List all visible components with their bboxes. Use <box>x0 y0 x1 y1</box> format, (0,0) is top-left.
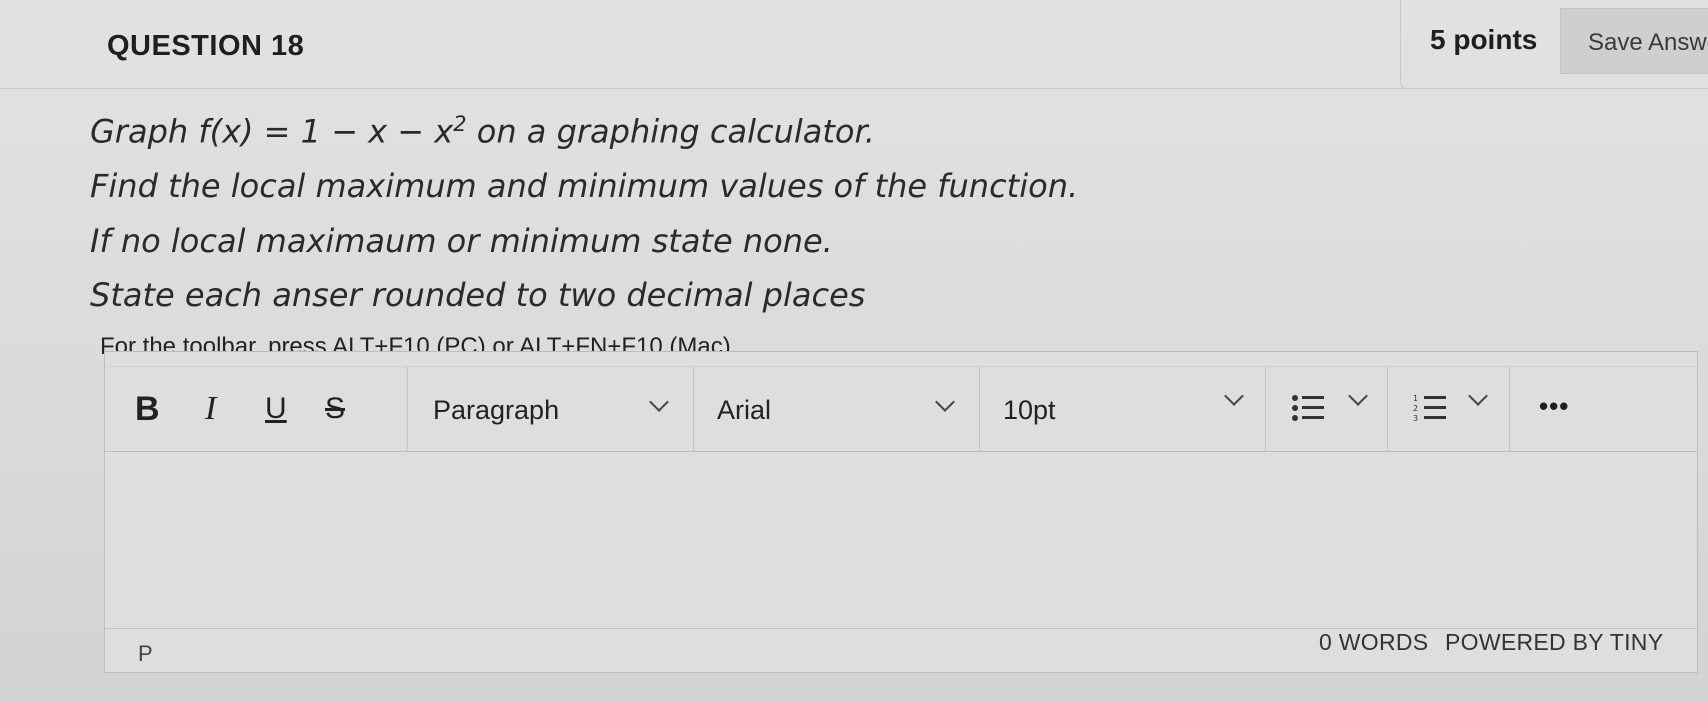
question-text-line-1-prefix: Graph f(x) = 1 − x − x <box>90 112 454 151</box>
bold-button[interactable]: B <box>135 391 160 427</box>
svg-text:3: 3 <box>1413 414 1418 423</box>
word-count[interactable]: 0 WORDS <box>1319 629 1428 656</box>
rich-text-editor: B I U S Paragraph Arial 10pt 1 2 3 ••• P… <box>104 351 1698 673</box>
block-format-select[interactable]: Paragraph <box>407 367 694 451</box>
exponent: 2 <box>453 112 467 136</box>
powered-by-link[interactable]: POWERED BY TINY <box>1445 629 1663 656</box>
chevron-down-icon <box>1348 386 1368 406</box>
block-format-value: Paragraph <box>433 395 560 425</box>
svg-text:1: 1 <box>1413 394 1418 403</box>
points-label: 5 points <box>1430 24 1538 55</box>
chevron-down-icon <box>649 392 669 412</box>
question-title: QUESTION 18 <box>107 30 305 62</box>
italic-button[interactable]: I <box>205 391 216 427</box>
question-text-line-1-suffix: on a graphing calculator. <box>466 112 875 151</box>
question-text-line-2: Find the local maximum and minimum value… <box>90 167 1079 205</box>
underline-button[interactable]: U <box>265 391 287 427</box>
format-group: B I U S <box>105 367 408 451</box>
question-text-line-3: If no local maximaum or minimum state no… <box>90 222 833 260</box>
chevron-down-icon <box>935 392 955 412</box>
editor-status-bar: P 0 WORDS POWERED BY TINY <box>105 628 1697 673</box>
question-text-line-4: State each anser rounded to two decimal … <box>90 276 866 314</box>
chevron-down-icon <box>1468 386 1488 406</box>
question-text-line-1: Graph f(x) = 1 − x − x2 on a graphing ca… <box>90 112 875 151</box>
numbered-list-button[interactable]: 1 2 3 <box>1387 367 1510 451</box>
font-family-value: Arial <box>717 395 772 425</box>
page: QUESTION 18 5 points Save Answer Graph f… <box>0 0 1708 701</box>
more-icon: ••• <box>1539 391 1570 421</box>
more-button[interactable]: ••• <box>1509 367 1589 451</box>
font-family-select[interactable]: Arial <box>693 367 980 451</box>
save-answer-button[interactable]: Save Answer <box>1560 8 1708 74</box>
element-path[interactable]: P <box>138 641 153 667</box>
bullet-list-icon <box>1292 395 1324 421</box>
svg-text:2: 2 <box>1413 404 1418 413</box>
chevron-down-icon <box>1224 386 1244 406</box>
font-size-select[interactable]: 10pt <box>979 367 1266 451</box>
editor-toolbar: B I U S Paragraph Arial 10pt 1 2 3 ••• <box>105 366 1697 452</box>
bullet-list-button[interactable] <box>1265 367 1388 451</box>
numbered-list-icon: 1 2 3 <box>1413 394 1446 423</box>
editor-content-area[interactable] <box>105 452 1697 632</box>
font-size-value: 10pt <box>1003 395 1056 425</box>
strikethrough-button[interactable]: S <box>325 391 345 427</box>
